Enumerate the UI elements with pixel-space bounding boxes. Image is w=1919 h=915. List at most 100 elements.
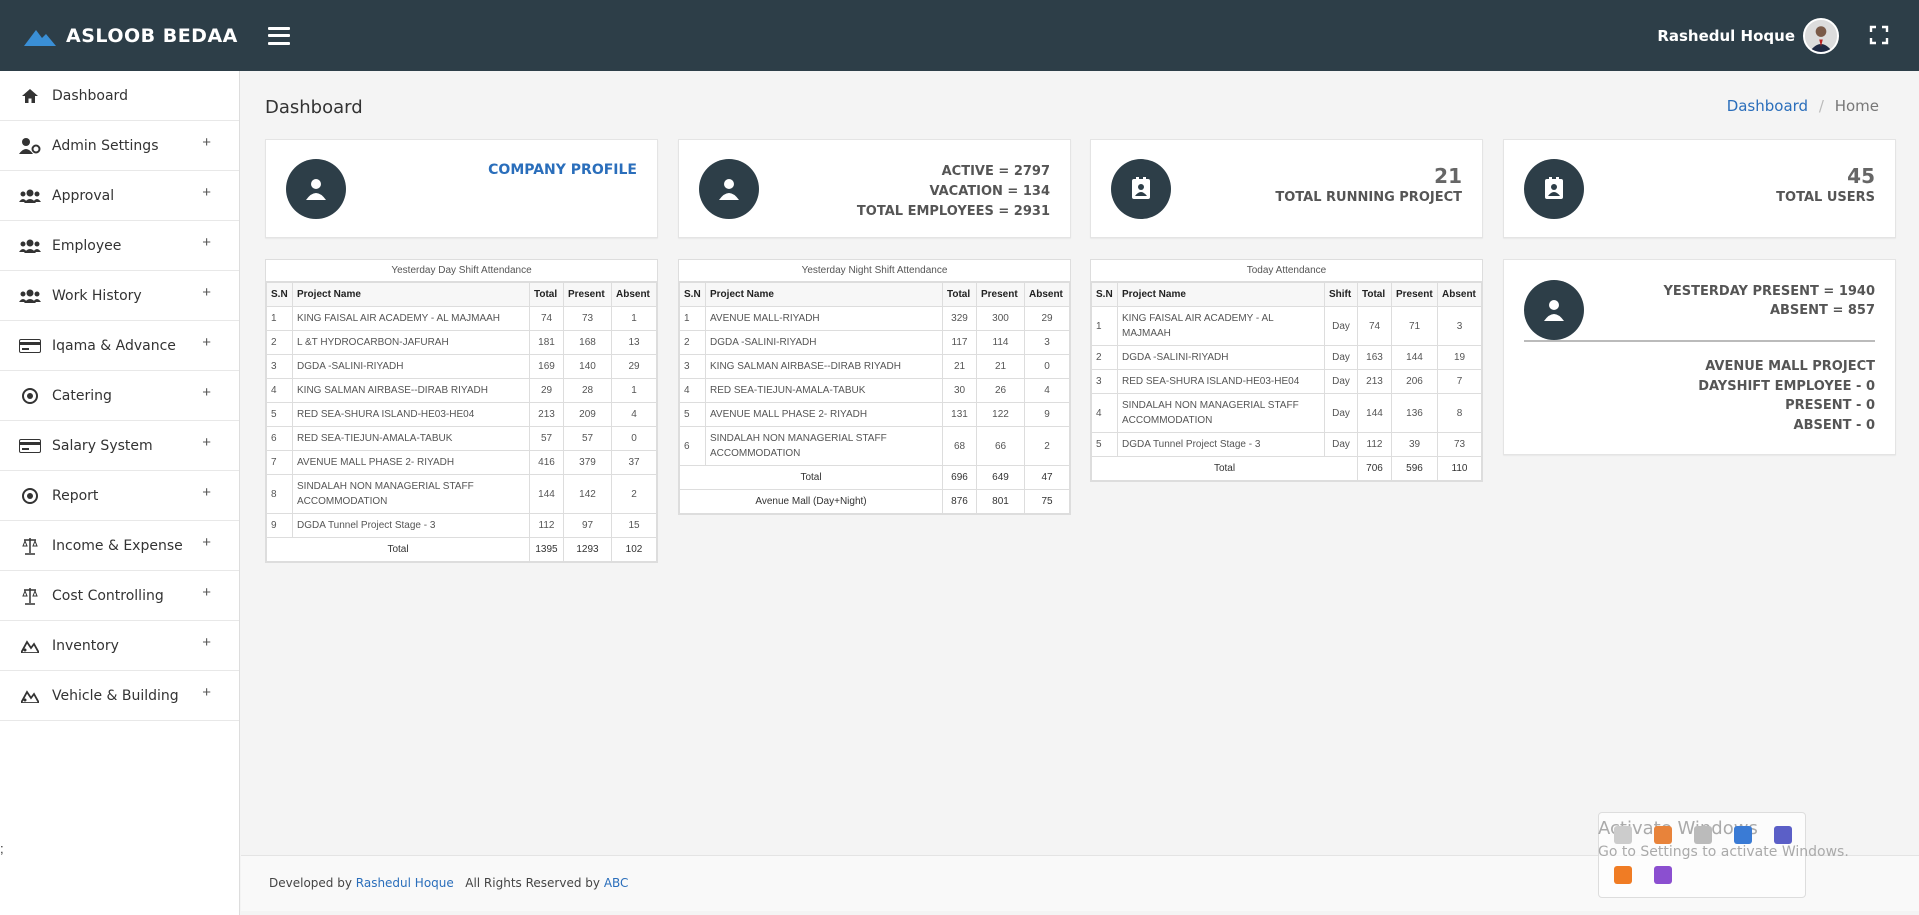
brand-name: ASLOOB BEDAA [66,24,238,47]
table-row: 6 SINDALAH NON MANAGERIAL STAFF ACCOMMODA… [679,426,1070,466]
cell-sn: 2 [266,330,293,355]
sidebar-item-inventory[interactable]: Inventory + [0,621,239,671]
cell-total: 74 [529,306,564,331]
cell-total: 21 [942,354,977,379]
expand-plus-icon[interactable]: + [202,634,211,651]
user-gear-icon [18,137,42,155]
cell-present: 142 [563,474,612,514]
cell-total: 144 [1357,393,1392,433]
expand-plus-icon[interactable]: + [202,384,211,401]
table-row: 5 AVENUE MALL PHASE 2- RIYADH 131 122 9 [679,402,1070,427]
cell-present: 73 [563,306,612,331]
cell-total: 144 [529,474,564,514]
expand-plus-icon[interactable]: + [202,334,211,351]
sidebar-item-report[interactable]: Report + [0,471,239,521]
cell-project: RED SEA-SHURA ISLAND-HE03-HE04 [292,402,530,427]
column-header: Total [942,282,977,307]
expand-plus-icon[interactable]: + [202,284,211,301]
tray-app-icon[interactable] [1694,826,1712,844]
cell-absent: 7 [1437,369,1482,394]
total-label: Total [1091,456,1358,481]
cell-project: SINDALAH NON MANAGERIAL STAFF ACCOMMODAT… [1117,393,1325,433]
tray-app-icon[interactable] [1654,826,1672,844]
cell-absent: 29 [1024,306,1070,331]
cell-shift: Day [1324,345,1358,370]
cell-project: AVENUE MALL PHASE 2- RIYADH [705,402,943,427]
user-icon [286,159,346,219]
sidebar-item-cost-controlling[interactable]: Cost Controlling + [0,571,239,621]
sidebar-item-vehicle-building[interactable]: Vehicle & Building + [0,671,239,721]
avenue-absent: ABSENT - 0 [1793,417,1875,433]
column-header: S.N [679,282,706,307]
table-row: 4 RED SEA-TIEJUN-AMALA-TABUK 30 26 4 [679,378,1070,403]
avatar[interactable] [1803,17,1839,54]
sidebar-item-label: Vehicle & Building [52,687,179,704]
cell-present: 206 [1391,369,1438,394]
footer-company-link[interactable]: ABC [604,876,629,890]
cell-absent: 73 [1437,432,1482,457]
column-header: Present [563,282,612,307]
total-users: 45 TOTAL USERS [1776,164,1875,205]
table-row: 9 DGDA Tunnel Project Stage - 3 112 97 15 [266,513,657,538]
cell-project: SINDALAH NON MANAGERIAL STAFF ACCOMMODAT… [705,426,943,466]
company-profile-card: COMPANY PROFILE [265,139,658,238]
expand-plus-icon[interactable]: + [202,134,211,151]
total-total: 1395 [529,537,564,562]
activate-windows-subtitle: Go to Settings to activate Windows. [1598,844,1849,860]
cell-total: 181 [529,330,564,355]
sidebar-item-income-expense[interactable]: Income & Expense + [0,521,239,571]
cell-total: 213 [529,402,564,427]
sidebar-item-work-history[interactable]: Work History + [0,271,239,321]
column-header: Present [976,282,1025,307]
expand-plus-icon[interactable]: + [202,484,211,501]
table-row: 3 RED SEA-SHURA ISLAND-HE03-HE04 Day 213 206… [1091,369,1482,394]
sidebar-item-dashboard[interactable]: Dashboard [0,71,239,121]
user-menu[interactable]: Rashedul Hoque [1657,0,1839,71]
sidebar-item-approval[interactable]: Approval + [0,171,239,221]
expand-plus-icon[interactable]: + [202,684,211,701]
cell-present: 114 [976,330,1025,355]
expand-plus-icon[interactable]: + [202,234,211,251]
cell-absent: 19 [1437,345,1482,370]
brand[interactable]: ASLOOB BEDAA [0,0,240,71]
tray-app-icon[interactable] [1614,866,1632,884]
sidebar-item-admin-settings[interactable]: Admin Settings + [0,121,239,171]
contact-card-icon [1111,159,1171,219]
fullscreen-icon[interactable] [1869,25,1889,45]
tray-app-icon[interactable] [1614,826,1632,844]
expand-plus-icon[interactable]: + [202,584,211,601]
tray-app-icon[interactable] [1654,866,1672,884]
sidebar-item-salary-system[interactable]: Salary System + [0,421,239,471]
table-row: 4 KING SALMAN AIRBASE--DIRAB RIYADH 29 28 1 [266,378,657,403]
cell-project: KING SALMAN AIRBASE--DIRAB RIYADH [705,354,943,379]
cell-project: SINDALAH NON MANAGERIAL STAFF ACCOMMODAT… [292,474,530,514]
footer-author-link[interactable]: Rashedul Hoque [356,876,454,890]
expand-plus-icon[interactable]: + [202,434,211,451]
sidebar-item-catering[interactable]: Catering + [0,371,239,421]
breadcrumb: Dashboard / Home [1727,97,1879,115]
cell-present: 97 [563,513,612,538]
company-profile-link[interactable]: COMPANY PROFILE [488,162,637,178]
breadcrumb-dashboard-link[interactable]: Dashboard [1727,97,1808,115]
sidebar-item-label: Dashboard [52,87,128,104]
combined-label: Avenue Mall (Day+Night) [679,489,943,514]
cell-sn: 9 [266,513,293,538]
sidebar: Dashboard Admin Settings + Approval + Em… [0,71,240,915]
tray-app-icon[interactable] [1734,826,1752,844]
cell-project: AVENUE MALL-RIYADH [705,306,943,331]
cell-sn: 5 [679,402,706,427]
cell-absent: 1 [611,306,657,331]
total-users-count: 45 [1847,164,1875,188]
expand-plus-icon[interactable]: + [202,184,211,201]
expand-plus-icon[interactable]: + [202,534,211,551]
cell-project: L &T HYDROCARBON-JAFURAH [292,330,530,355]
cell-total: 329 [942,306,977,331]
active-count: ACTIVE = 2797 [941,164,1050,179]
user-icon [699,159,759,219]
total-absent: 110 [1437,456,1482,481]
sidebar-item-iqama-advance[interactable]: Iqama & Advance + [0,321,239,371]
sidebar-item-label: Salary System [52,437,153,454]
menu-toggle-icon[interactable] [268,26,290,45]
tray-app-icon[interactable] [1774,826,1792,844]
sidebar-item-employee[interactable]: Employee + [0,221,239,271]
